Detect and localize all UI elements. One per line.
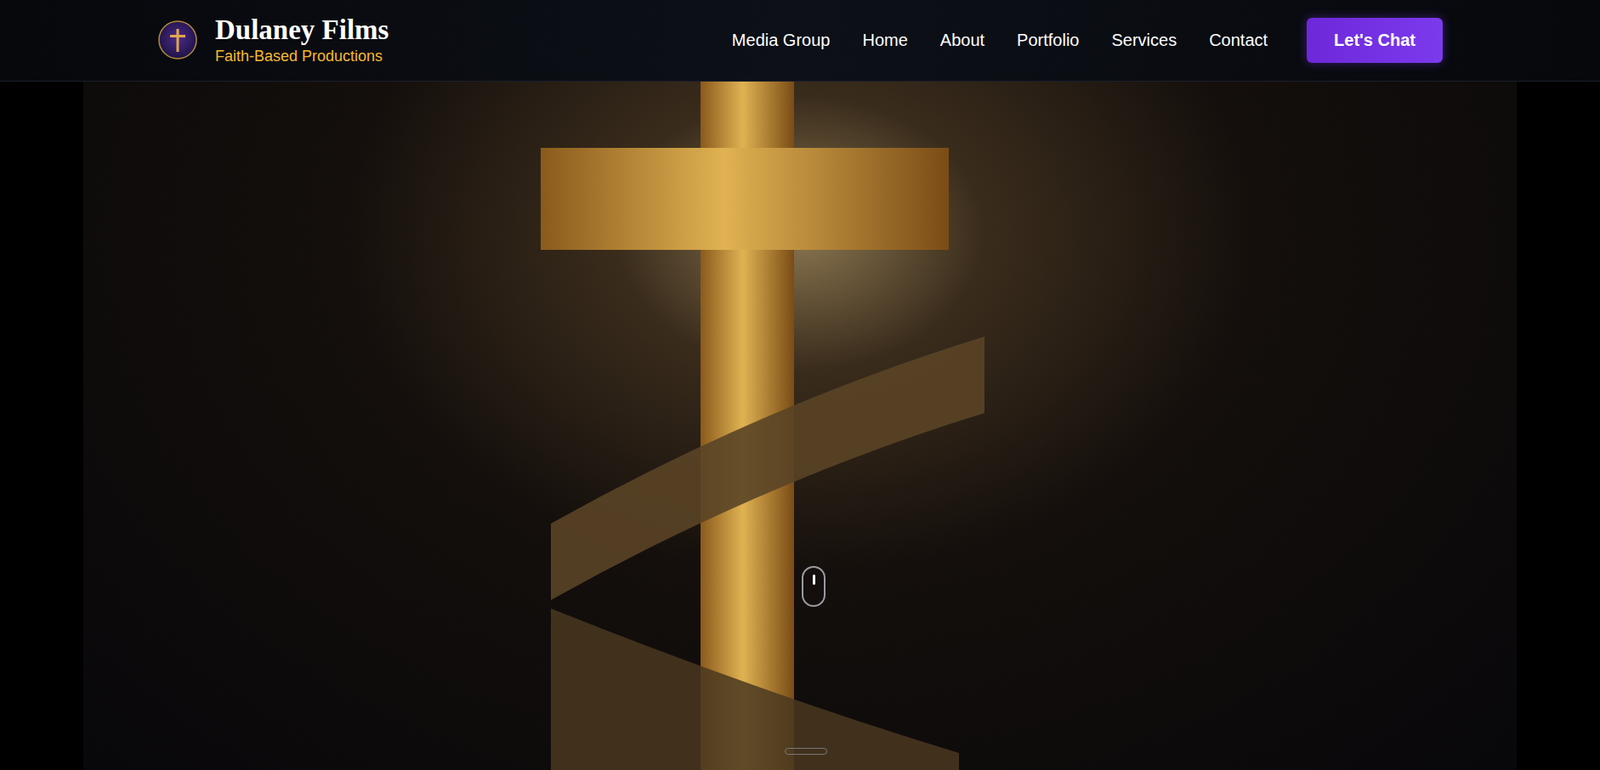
- scroll-bar-indicator: [784, 748, 828, 755]
- nav-links: Media Group Home About Portfolio Services Con…: [731, 17, 1443, 63]
- brand-title: Dulaney Films: [215, 14, 389, 47]
- cross-logo-icon: [157, 19, 199, 61]
- nav-link[interactable]: Contact: [1208, 27, 1268, 53]
- nav-link[interactable]: Services: [1111, 27, 1177, 53]
- nav-link[interactable]: Media Group: [731, 27, 831, 53]
- nav-link[interactable]: Home: [862, 27, 908, 53]
- hero: [0, 81, 1600, 770]
- scroll-mouse-icon[interactable]: [801, 566, 826, 608]
- nav-link[interactable]: Portfolio: [1016, 27, 1079, 53]
- chat-button[interactable]: Let's Chat: [1306, 17, 1443, 63]
- hero-image: [83, 81, 1517, 770]
- cross-icon: [83, 81, 1517, 770]
- nav-bar: Dulaney FilmsFaith-Based Productions Medi…: [0, 0, 1600, 82]
- nav-link[interactable]: About: [940, 27, 985, 53]
- brand-tagline: Faith-Based Productions: [215, 46, 389, 67]
- brand[interactable]: Dulaney FilmsFaith-Based Productions: [157, 14, 389, 67]
- page: Dulaney FilmsFaith-Based Productions Medi…: [0, 0, 1600, 770]
